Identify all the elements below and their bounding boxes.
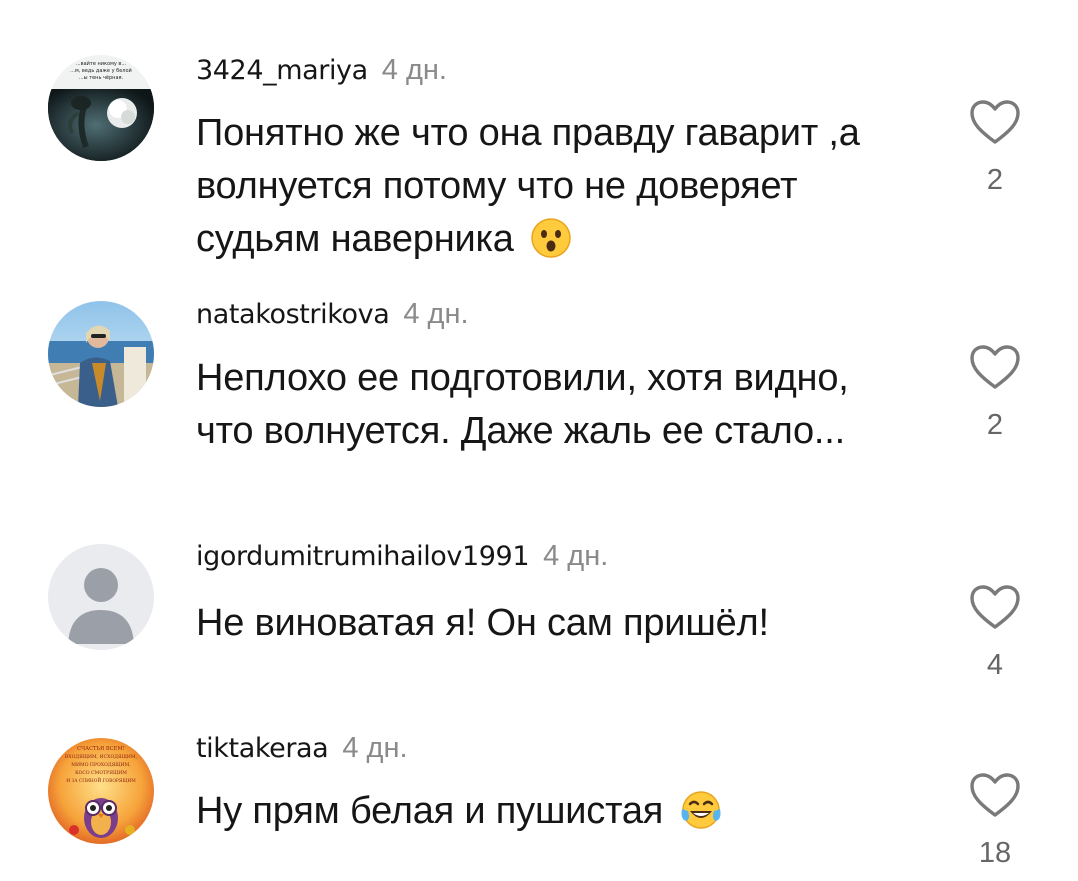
rose-avatar: ...вайте никому в... ...м, ведь даже у б… bbox=[48, 55, 154, 161]
like-count: 4 bbox=[986, 649, 1004, 681]
comment-text: Не виноватая я! Он сам пришёл! bbox=[196, 597, 916, 650]
like-control: 18 bbox=[960, 771, 1030, 870]
avatar-caption-line: КОСО СМОТРЯЩИМ bbox=[75, 770, 127, 776]
heart-icon[interactable] bbox=[968, 98, 1022, 146]
avatar[interactable] bbox=[48, 301, 154, 407]
like-control: 2 bbox=[960, 343, 1030, 442]
comment-age: 4 дн. bbox=[381, 54, 447, 86]
comment-meta: tiktakeraa 4 дн. bbox=[196, 730, 408, 766]
heart-icon[interactable] bbox=[968, 771, 1022, 819]
like-control: 4 bbox=[960, 583, 1030, 682]
comment-text-content: Ну прям белая и пушистая bbox=[196, 790, 664, 832]
username-link[interactable]: 3424_mariya bbox=[196, 55, 368, 86]
username-link[interactable]: natakostrikova bbox=[196, 299, 390, 330]
like-count: 2 bbox=[986, 409, 1004, 441]
username-link[interactable]: igordumitrumihailov1991 bbox=[196, 541, 530, 572]
comment-text-content: Не виноватая я! Он сам пришёл! bbox=[196, 602, 769, 644]
comment-age: 4 дн. bbox=[403, 298, 469, 330]
avatar[interactable]: СЧАСТЬЯ ВСЕМ! ВХОДЯЩИМ, ИСХОДЯЩИМ, МИМО … bbox=[48, 738, 154, 844]
avatar-caption-line: СЧАСТЬЯ ВСЕМ! bbox=[77, 746, 125, 752]
avatar[interactable]: ...вайте никому в... ...м, ведь даже у б… bbox=[48, 55, 154, 161]
comment-text-content: Неплохо ее подготовили, хотя видно, что … bbox=[196, 357, 849, 452]
like-count: 2 bbox=[986, 164, 1004, 196]
comment-meta: 3424_mariya 4 дн. bbox=[196, 52, 447, 88]
comment-text: Понятно же что она правду гаварит ,а вол… bbox=[196, 107, 916, 266]
default-person-avatar bbox=[48, 544, 154, 650]
comment-text: Ну прям белая и пушистая bbox=[196, 785, 916, 838]
comment-age: 4 дн. bbox=[543, 540, 609, 572]
comment-age: 4 дн. bbox=[342, 732, 408, 764]
tears-of-joy-emoji bbox=[681, 791, 721, 829]
comment-meta: natakostrikova 4 дн. bbox=[196, 296, 469, 332]
like-count: 18 bbox=[978, 837, 1012, 869]
heart-icon[interactable] bbox=[968, 343, 1022, 391]
avatar-caption-line: ...вайте никому в... bbox=[76, 60, 127, 67]
avatar-caption-line: ...ы тень чёрная. bbox=[79, 75, 124, 81]
comment-meta: igordumitrumihailov1991 4 дн. bbox=[196, 538, 608, 574]
comment-text: Неплохо ее подготовили, хотя видно, что … bbox=[196, 352, 916, 458]
avatar-caption-line: И ЗА СПИНОЙ ГОВОРЯЩИМ bbox=[66, 778, 136, 784]
username-link[interactable]: tiktakeraa bbox=[196, 733, 329, 764]
comment-text-content: Понятно же что она правду гаварит ,а вол… bbox=[196, 112, 860, 260]
like-control: 2 bbox=[960, 98, 1030, 197]
astonished-face-emoji bbox=[531, 218, 571, 258]
owl-poster-avatar: СЧАСТЬЯ ВСЕМ! ВХОДЯЩИМ, ИСХОДЯЩИМ, МИМО … bbox=[48, 738, 154, 844]
heart-icon[interactable] bbox=[968, 583, 1022, 631]
avatar-caption-line: ВХОДЯЩИМ, ИСХОДЯЩИМ, bbox=[65, 754, 138, 760]
beach-photo-avatar bbox=[48, 301, 154, 407]
avatar-caption-line: ...м, ведь даже у белой bbox=[70, 67, 132, 74]
avatar[interactable] bbox=[48, 544, 154, 650]
avatar-caption-line: МИМО ПРОХОДЯЩИМ, bbox=[71, 762, 131, 768]
